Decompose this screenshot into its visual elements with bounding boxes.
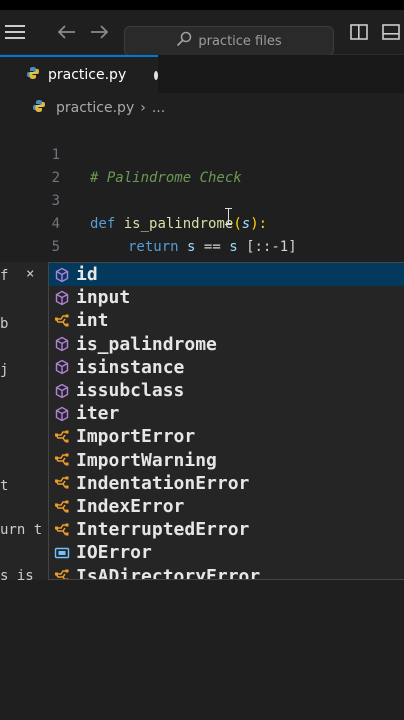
unsaved-dot-icon[interactable] — [154, 70, 158, 80]
class-icon — [49, 429, 75, 445]
cube-icon — [49, 336, 75, 352]
suggestion-label: ImportWarning — [76, 449, 217, 471]
class-icon — [49, 475, 75, 491]
suggestion-item[interactable]: InterruptedError — [49, 518, 404, 541]
suggestion-item[interactable]: int — [49, 309, 404, 332]
suggestion-item[interactable]: IndexError — [49, 495, 404, 518]
back-arrow-icon[interactable] — [56, 22, 78, 42]
suggestion-item[interactable]: isinstance — [49, 356, 404, 379]
chevron-right-icon: › — [140, 100, 146, 116]
code-line: 3 def is_palindrome(s): — [0, 167, 404, 232]
suggestion-label: is_palindrome — [76, 333, 217, 355]
breadcrumb-more[interactable]: ... — [152, 100, 165, 116]
suggestion-item[interactable]: issubclass — [49, 379, 404, 402]
panel-text: f — [0, 268, 9, 284]
search-icon — [176, 31, 192, 51]
tab-practice-py[interactable]: practice.py — [0, 55, 158, 93]
suggestion-label: InterruptedError — [76, 519, 250, 541]
class-icon — [49, 568, 75, 579]
suggestion-label: id — [76, 264, 98, 285]
code-line: 6 print(i) — [0, 236, 404, 302]
tab-label: practice.py — [48, 67, 127, 83]
panel-text: b — [0, 316, 9, 332]
suggestion-label: IndexError — [76, 496, 185, 517]
panel-text: t — [0, 478, 9, 494]
suggestion-item[interactable]: ImportError — [49, 425, 404, 448]
breadcrumb: practice.py › ... — [0, 96, 404, 120]
python-file-icon — [32, 99, 46, 117]
close-icon[interactable]: × — [26, 266, 34, 282]
toggle-panel-icon[interactable] — [380, 22, 402, 42]
suggestion-label: ImportError — [76, 426, 196, 448]
code-line: 2 — [0, 144, 404, 186]
text-cursor-icon — [225, 208, 232, 225]
suggestion-item[interactable]: IOError — [49, 541, 404, 564]
breadcrumb-file[interactable]: practice.py — [56, 100, 134, 116]
hover-panel: × f b j t urn t s is ython — [0, 262, 48, 617]
code-line: 1 # Palindrome Check — [0, 121, 404, 186]
suggestion-item[interactable]: IndentationError — [49, 472, 404, 495]
cube-icon — [49, 290, 75, 306]
cube-icon — [49, 359, 75, 375]
title-bar: practice files — [0, 10, 404, 56]
suggestion-label: isinstance — [76, 356, 185, 378]
menu-icon[interactable] — [4, 22, 26, 42]
top-letterbox — [0, 0, 404, 10]
search-text: practice files — [198, 33, 282, 49]
suggestion-item[interactable]: IsADirectoryError — [49, 565, 404, 580]
python-file-icon — [26, 66, 40, 84]
command-center-search[interactable]: practice files — [124, 26, 334, 56]
suggestion-label: IndentationError — [76, 472, 250, 494]
suggestion-label: IOError — [76, 542, 152, 564]
suggestion-label: issubclass — [76, 380, 185, 401]
panel-text: j — [0, 362, 9, 378]
suggestion-label: iter — [76, 403, 120, 425]
cube-icon — [49, 267, 75, 283]
suggestion-label: input — [76, 287, 131, 309]
class-icon — [49, 522, 75, 538]
code-line: 4 return s == s [::-1] — [0, 190, 404, 255]
suggestion-label: int — [76, 310, 109, 332]
class-icon — [49, 313, 75, 329]
suggestion-item[interactable]: is_palindrome — [49, 333, 404, 356]
class-icon — [49, 452, 75, 468]
suggestion-item[interactable]: ImportWarning — [49, 449, 404, 472]
suggestion-item[interactable]: iter — [49, 402, 404, 425]
cube-icon — [49, 383, 75, 399]
suggestion-item[interactable]: id — [49, 263, 404, 286]
panel-text: urn t — [0, 522, 43, 538]
suggestion-item[interactable]: input — [49, 286, 404, 309]
code-line: 5 — [0, 213, 404, 255]
toggle-sidebar-icon[interactable] — [348, 22, 370, 42]
class-icon — [49, 499, 75, 515]
editor-empty-area — [0, 580, 404, 720]
cube-icon — [49, 406, 75, 422]
editor-tab-bar: practice.py — [0, 55, 404, 93]
forward-arrow-icon[interactable] — [88, 22, 110, 42]
suggestion-label: IsADirectoryError — [76, 565, 261, 580]
suggestion-widget: id input int is_palindrome isinstance issubcl… — [48, 262, 404, 580]
variable-icon — [49, 545, 75, 561]
